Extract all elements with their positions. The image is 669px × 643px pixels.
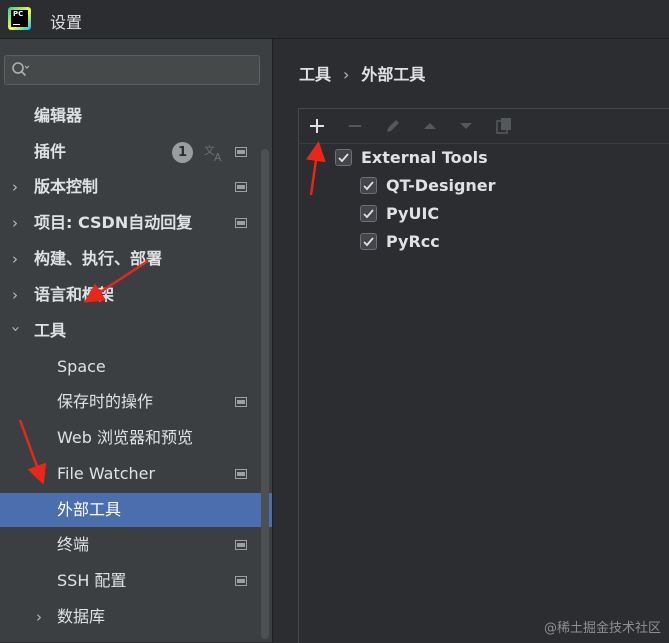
annotation-arrow-add — [305, 141, 326, 196]
annotation-arrows — [18, 141, 326, 485]
annotation-arrow-external-tools — [18, 419, 47, 485]
watermark: @稀土掘金技术社区 — [543, 621, 661, 636]
annotation-arrow-tools — [83, 259, 149, 303]
